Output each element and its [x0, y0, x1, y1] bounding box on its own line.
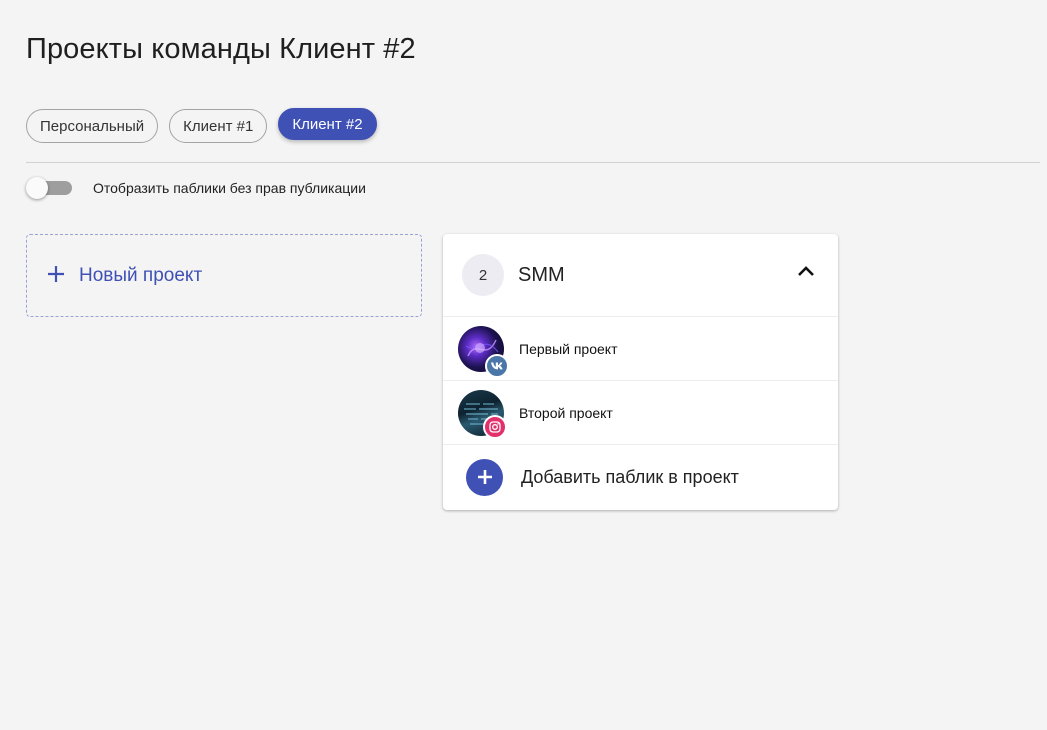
project-card-header[interactable]: 2 SMM — [443, 234, 838, 317]
project-title: SMM — [518, 263, 565, 286]
filter-row: Отобразить паблики без прав публикации — [26, 177, 366, 199]
public-count-badge: 2 — [462, 254, 504, 296]
project-card: 2 SMM Первый проект Второй проект Добави… — [443, 234, 838, 510]
chevron-up-icon[interactable] — [796, 262, 816, 282]
public-item[interactable]: Второй проект — [443, 381, 838, 445]
new-project-label: Новый проект — [79, 264, 203, 286]
team-chip-personal[interactable]: Персональный — [26, 109, 159, 143]
instagram-icon — [483, 414, 507, 439]
add-public-label: Добавить паблик в проект — [521, 466, 739, 487]
toggle-label: Отобразить паблики без прав публикации — [93, 180, 366, 196]
page-title: Проекты команды Клиент #2 — [26, 33, 416, 65]
vk-icon — [485, 353, 509, 378]
add-icon — [466, 458, 503, 496]
plus-icon — [47, 261, 65, 287]
divider — [26, 162, 1040, 163]
public-item[interactable]: Первый проект — [443, 317, 838, 381]
new-project-button[interactable]: Новый проект — [26, 234, 422, 317]
avatar — [458, 389, 507, 439]
show-publics-toggle[interactable] — [26, 177, 72, 199]
avatar — [458, 325, 509, 378]
team-chip-client-2[interactable]: Клиент #2 — [278, 108, 377, 140]
toggle-thumb — [26, 177, 48, 199]
team-chips: Персональный Клиент #1 Клиент #2 — [26, 108, 377, 143]
add-public-button[interactable]: Добавить паблик в проект — [443, 445, 838, 509]
team-chip-client-1[interactable]: Клиент #1 — [169, 109, 268, 143]
public-name: Первый проект — [519, 340, 618, 357]
public-name: Второй проект — [519, 404, 613, 421]
